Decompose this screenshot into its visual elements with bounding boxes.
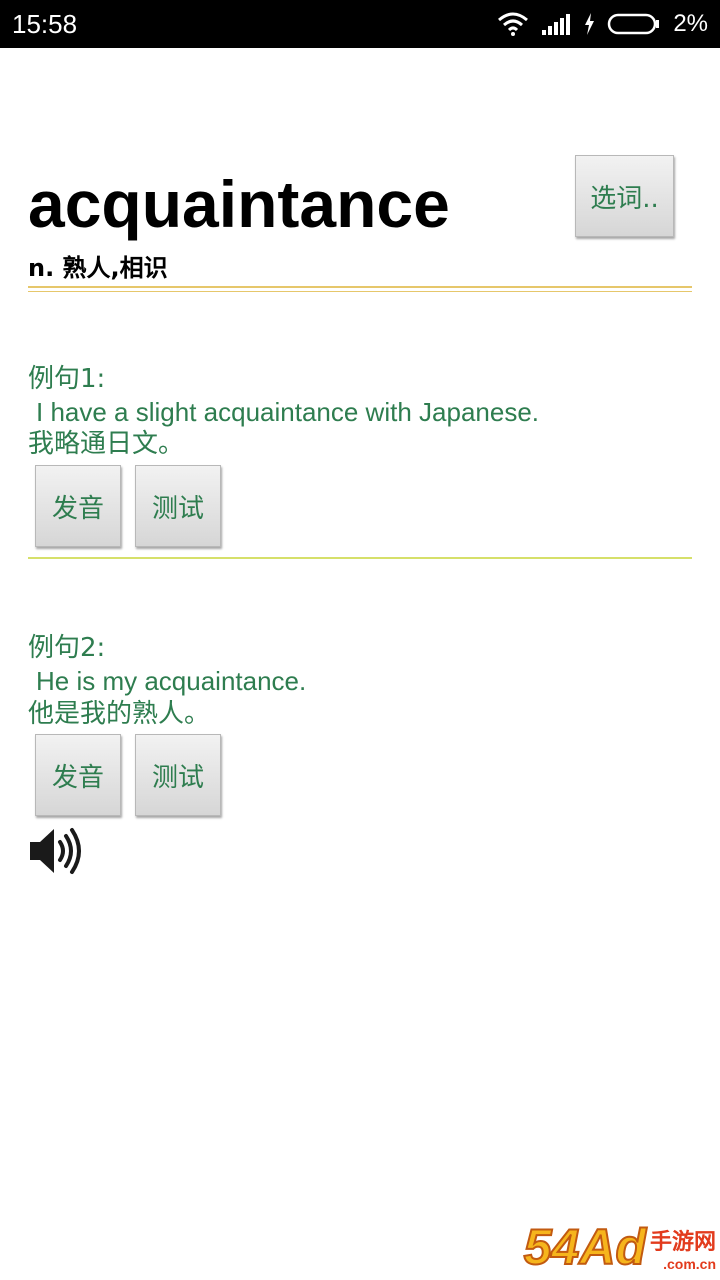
header-divider [28, 286, 692, 288]
headword: acquaintance [28, 167, 450, 241]
watermark-site: 手游网 [649, 1230, 716, 1255]
pronounce-button[interactable]: 发音 [35, 734, 121, 816]
watermark-logo: 54Ad 手游网 .com.cn [523, 1219, 716, 1275]
example-chinese: 我略通日文。 [28, 429, 185, 459]
battery-icon [607, 13, 661, 35]
word-meaning: n. 熟人,相识 [28, 254, 168, 282]
example-label: 例句2: [28, 633, 106, 663]
select-word-button[interactable]: 选词.. [575, 155, 674, 237]
charging-icon [583, 12, 595, 36]
example-english: He is my acquaintance. [36, 666, 307, 696]
test-button[interactable]: 测试 [135, 734, 221, 816]
example-divider [28, 557, 692, 559]
example-english: I have a slight acquaintance with Japane… [36, 397, 540, 427]
header-divider-thin [28, 291, 692, 292]
example-chinese: 他是我的熟人。 [28, 699, 211, 729]
status-time: 15:58 [12, 9, 78, 39]
wifi-icon [497, 12, 529, 36]
status-bar: 15:58 2% [0, 0, 720, 48]
speaker-icon[interactable] [28, 826, 86, 880]
example-label: 例句1: [28, 364, 106, 394]
watermark-number: 54Ad [523, 1219, 647, 1275]
signal-icon [541, 12, 571, 36]
watermark-text: 手游网 .com.cn [650, 1230, 716, 1272]
test-button[interactable]: 测试 [135, 465, 221, 547]
watermark-domain: .com.cn [663, 1256, 716, 1272]
battery-percent: 2% [673, 10, 708, 37]
pronounce-button[interactable]: 发音 [35, 465, 121, 547]
status-icons: 2% [497, 8, 708, 40]
